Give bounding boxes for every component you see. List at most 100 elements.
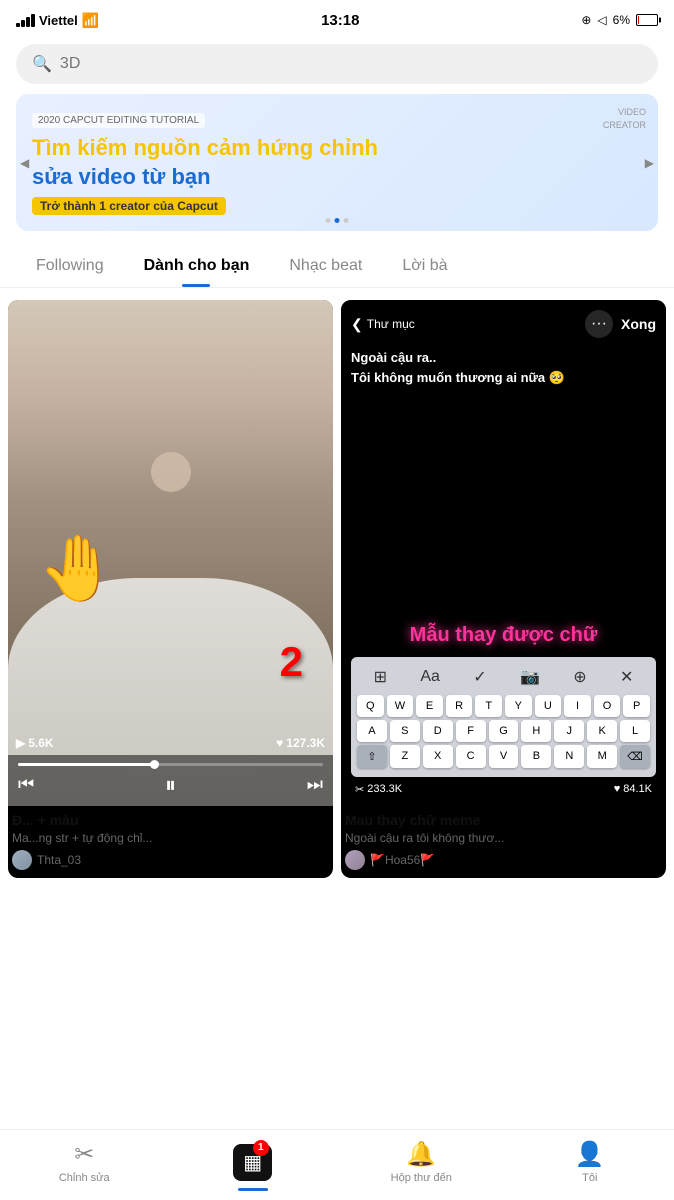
key-z[interactable]: Z xyxy=(390,745,420,768)
key-r[interactable]: R xyxy=(446,695,473,717)
video-card-right[interactable]: ❮ Thư mục ··· Xong Ngoài cậu ra.. Tôi kh… xyxy=(341,300,666,878)
key-j[interactable]: J xyxy=(554,720,584,742)
close-button[interactable]: Xong xyxy=(621,316,656,332)
key-g[interactable]: G xyxy=(489,720,519,742)
key-k[interactable]: K xyxy=(587,720,617,742)
carrier-name: Viettel xyxy=(39,13,78,28)
status-bar: Viettel 📶 13:18 ⊕ ◁ 6% xyxy=(0,0,674,36)
key-d[interactable]: D xyxy=(423,720,453,742)
tab-loi-ba[interactable]: Lời bà xyxy=(382,247,467,287)
key-t[interactable]: T xyxy=(475,695,502,717)
nav-badge: 1 xyxy=(253,1140,269,1156)
card-stats-right: ✂ 233.3K ♥ 84.1K xyxy=(351,779,656,796)
right-pink-text: Mẫu thay được chữ xyxy=(351,624,656,647)
gps-icon: ◁ xyxy=(597,13,606,27)
card-info-left: Đ... + màu Ma...ng str + tự động chỉ... … xyxy=(8,806,333,878)
pause-icon[interactable]: ⏸ xyxy=(165,772,176,798)
signal-bar-4 xyxy=(31,14,35,27)
signal-bar-2 xyxy=(21,20,25,27)
card-author-left: Thta_03 xyxy=(12,850,329,870)
font-icon: Aa xyxy=(420,668,440,686)
author-avatar-right xyxy=(345,850,365,870)
status-time: 13:18 xyxy=(321,12,359,29)
more-options-button[interactable]: ··· xyxy=(585,310,613,338)
location-icon: ⊕ xyxy=(581,13,591,27)
key-a[interactable]: A xyxy=(357,720,387,742)
banner-video-label: VIDEO CREATOR xyxy=(603,106,646,131)
key-s[interactable]: S xyxy=(390,720,420,742)
views-stat: ▶ 5.6K xyxy=(16,736,54,750)
forward-icon[interactable]: ⏭ xyxy=(307,774,323,795)
nav-indicator xyxy=(238,1188,268,1191)
key-u[interactable]: U xyxy=(535,695,562,717)
search-bar[interactable]: 🔍 xyxy=(16,44,658,84)
key-v[interactable]: V xyxy=(489,745,519,768)
key-i[interactable]: I xyxy=(564,695,591,717)
key-h[interactable]: H xyxy=(521,720,551,742)
banner-arrow-right[interactable]: ▶ xyxy=(645,156,654,170)
video-card-left[interactable]: 2 ⏮ ⏸ ⏭ ▶ 5.6K xyxy=(8,300,333,878)
author-name-left: Thta_03 xyxy=(37,853,81,867)
profile-icon: 👤 xyxy=(575,1140,605,1169)
key-n[interactable]: N xyxy=(554,745,584,768)
tab-following[interactable]: Following xyxy=(16,247,124,287)
nav-item-profile[interactable]: 👤 Tôi xyxy=(550,1140,630,1184)
tab-nhac-beat[interactable]: Nhạc beat xyxy=(269,247,382,287)
right-main-text: Ngoài cậu ra.. Tôi không muốn thương ai … xyxy=(351,348,656,624)
signal-bar-3 xyxy=(26,17,30,27)
banner-arrow-left[interactable]: ◀ xyxy=(20,156,29,170)
battery-icon xyxy=(636,14,658,26)
nav-item-templates[interactable]: 1 ▦ xyxy=(213,1144,293,1181)
right-views-count: 233.3K xyxy=(367,783,402,795)
key-b[interactable]: B xyxy=(521,745,551,768)
player-controls: ⏮ ⏸ ⏭ xyxy=(8,755,333,806)
signal-bar-1 xyxy=(16,23,20,27)
key-backspace[interactable]: ⌫ xyxy=(620,745,650,768)
rewind-icon[interactable]: ⏮ xyxy=(18,774,34,795)
keyboard-row-2: A S D F G H J K L xyxy=(357,720,650,742)
key-o[interactable]: O xyxy=(594,695,621,717)
key-l[interactable]: L xyxy=(620,720,650,742)
more-icon: ··· xyxy=(591,315,607,333)
video-thumb-right-content: ❮ Thư mục ··· Xong Ngoài cậu ra.. Tôi kh… xyxy=(341,300,666,806)
scissors-icon: ✂ xyxy=(355,783,364,796)
key-m[interactable]: M xyxy=(587,745,617,768)
key-q[interactable]: Q xyxy=(357,695,384,717)
banner-dot-1 xyxy=(326,218,331,223)
banner-dots xyxy=(326,218,349,223)
status-right: ⊕ ◁ 6% xyxy=(581,13,658,27)
heart-icon-left: ♥ xyxy=(276,736,283,750)
back-label: Thư mục xyxy=(367,317,415,331)
banner-dot-3 xyxy=(344,218,349,223)
key-shift[interactable]: ⇧ xyxy=(357,745,387,768)
nav-item-edit[interactable]: ✂ Chỉnh sửa xyxy=(44,1140,124,1184)
banner-title-text2: sửa video từ bạn xyxy=(32,164,211,189)
progress-bar xyxy=(18,763,323,766)
banner-title: Tìm kiếm nguồn cảm hứng chỉnh sửa video … xyxy=(32,134,642,191)
nav-label-edit: Chỉnh sửa xyxy=(59,1172,110,1184)
bottom-nav: ✂ Chỉnh sửa 1 ▦ 🔔 Hộp thư đến 👤 Tôi xyxy=(0,1129,674,1200)
banner-sub: Trở thành 1 creator của Capcut xyxy=(32,197,226,215)
check-icon: ✓ xyxy=(473,667,486,687)
tab-danh-cho-ban[interactable]: Dành cho bạn xyxy=(124,247,270,287)
back-button[interactable]: ❮ Thư mục xyxy=(351,316,415,333)
right-header-actions: ··· Xong xyxy=(585,310,656,338)
banner-label: 2020 CAPCUT EDITING TUTORIAL xyxy=(32,113,205,128)
nav-item-inbox[interactable]: 🔔 Hộp thư đến xyxy=(381,1140,461,1184)
search-icon: 🔍 xyxy=(32,54,52,74)
camera-icon: 📷 xyxy=(520,667,540,687)
key-x[interactable]: X xyxy=(423,745,453,768)
table-icon: ⊞ xyxy=(374,667,387,687)
key-e[interactable]: E xyxy=(416,695,443,717)
key-p[interactable]: P xyxy=(623,695,650,717)
keyboard-close-icon[interactable]: ✕ xyxy=(620,667,633,687)
key-c[interactable]: C xyxy=(456,745,486,768)
tabs: Following Dành cho bạn Nhạc beat Lời bà xyxy=(0,247,674,288)
status-left: Viettel 📶 xyxy=(16,12,99,29)
key-y[interactable]: Y xyxy=(505,695,532,717)
key-w[interactable]: W xyxy=(387,695,414,717)
key-f[interactable]: F xyxy=(456,720,486,742)
search-input[interactable] xyxy=(60,55,642,73)
banner: ◀ 2020 CAPCUT EDITING TUTORIAL VIDEO CRE… xyxy=(16,94,658,231)
heart-icon-right: ♥ xyxy=(614,783,621,795)
